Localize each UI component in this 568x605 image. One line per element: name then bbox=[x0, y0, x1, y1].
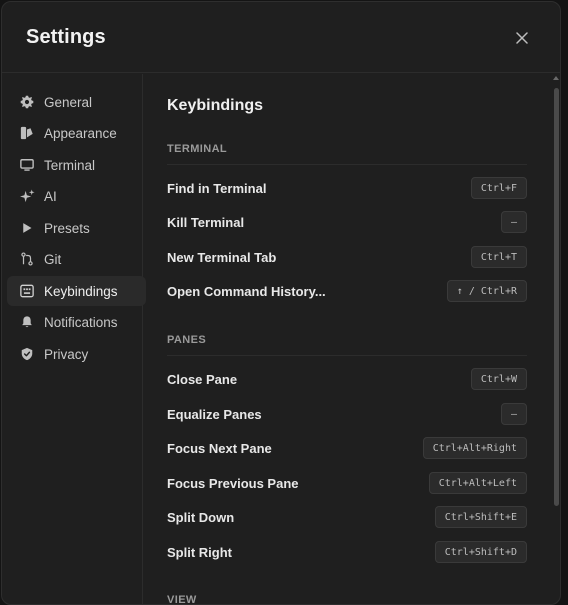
shortcut-button[interactable]: Ctrl+W bbox=[470, 368, 527, 390]
sidebar-item-keybindings[interactable]: Keybindings bbox=[7, 276, 146, 306]
play-icon bbox=[19, 220, 35, 236]
group-header-terminal: TERMINAL bbox=[167, 143, 527, 165]
sidebar-item-appearance[interactable]: Appearance bbox=[7, 118, 146, 148]
keybinding-label: Focus Previous Pane bbox=[167, 475, 299, 491]
scrollbar-thumb[interactable] bbox=[554, 88, 559, 506]
shield-icon bbox=[19, 346, 35, 362]
sidebar-item-label: Terminal bbox=[44, 157, 96, 173]
sidebar-item-ai[interactable]: AI bbox=[7, 181, 146, 211]
git-branch-icon bbox=[19, 251, 35, 267]
shortcut-button[interactable]: Ctrl+Alt+Left bbox=[428, 472, 527, 494]
keybinding-label: Focus Next Pane bbox=[167, 440, 272, 456]
palette-icon bbox=[19, 125, 35, 141]
page-title: Keybindings bbox=[167, 97, 264, 114]
keybinding-label: Kill Terminal bbox=[167, 214, 245, 230]
sidebar-item-label: Appearance bbox=[44, 125, 117, 141]
keybinding-label: Equalize Panes bbox=[167, 406, 262, 422]
gear-icon bbox=[19, 94, 35, 110]
sidebar-item-notifications[interactable]: Notifications bbox=[7, 307, 146, 337]
sidebar-item-general[interactable]: General bbox=[7, 87, 146, 117]
sidebar-item-label: Keybindings bbox=[44, 283, 118, 299]
shortcut-button[interactable]: Ctrl+Shift+E bbox=[434, 506, 527, 528]
shortcut-button[interactable]: ↑ / Ctrl+R bbox=[446, 280, 527, 302]
sidebar-item-label: AI bbox=[44, 188, 57, 204]
shortcut-button[interactable]: Ctrl+F bbox=[470, 177, 527, 199]
keybinding-row[interactable]: Split Down Ctrl+Shift+E bbox=[167, 505, 527, 529]
keybinding-row[interactable]: Kill Terminal — bbox=[167, 210, 527, 234]
sidebar-item-privacy[interactable]: Privacy bbox=[7, 339, 146, 369]
sidebar-item-terminal[interactable]: Terminal bbox=[7, 150, 146, 180]
keyboard-icon bbox=[19, 283, 35, 299]
keybinding-row[interactable]: New Terminal Tab Ctrl+T bbox=[167, 245, 527, 269]
keybinding-label: Split Down bbox=[167, 509, 235, 525]
keybinding-row[interactable]: Focus Next Pane Ctrl+Alt+Right bbox=[167, 436, 527, 460]
shortcut-button[interactable]: Ctrl+T bbox=[470, 246, 527, 268]
keybinding-label: Close Pane bbox=[167, 371, 238, 387]
sidebar-item-label: Notifications bbox=[44, 314, 118, 330]
group-header-view: VIEW bbox=[167, 594, 197, 605]
sidebar-item-label: General bbox=[44, 94, 93, 110]
sidebar-item-presets[interactable]: Presets bbox=[7, 213, 146, 243]
keybinding-label: Find in Terminal bbox=[167, 180, 267, 196]
keybinding-row[interactable]: Find in Terminal Ctrl+F bbox=[167, 176, 527, 200]
monitor-icon bbox=[19, 157, 35, 173]
sparkles-icon bbox=[19, 188, 35, 204]
dialog-title: Settings bbox=[26, 26, 106, 48]
group-header-panes: PANES bbox=[167, 334, 527, 356]
keybinding-row[interactable]: Close Pane Ctrl+W bbox=[167, 367, 527, 391]
keybinding-label: Split Right bbox=[167, 544, 232, 560]
sidebar-item-label: Git bbox=[44, 251, 62, 267]
scrollbar[interactable] bbox=[552, 76, 560, 603]
close-icon bbox=[516, 32, 528, 44]
scroll-up-arrow-icon[interactable] bbox=[553, 76, 559, 80]
keybinding-row[interactable]: Focus Previous Pane Ctrl+Alt+Left bbox=[167, 471, 527, 495]
sidebar-item-label: Privacy bbox=[44, 346, 89, 362]
settings-sidebar: General Appearance Terminal AI Presets G… bbox=[2, 74, 146, 604]
keybindings-panel: Keybindings TERMINAL Find in Terminal Ct… bbox=[144, 74, 560, 604]
bell-icon bbox=[19, 314, 35, 330]
dialog-header: Settings bbox=[2, 2, 560, 73]
sidebar-item-git[interactable]: Git bbox=[7, 244, 146, 274]
sidebar-item-label: Presets bbox=[44, 220, 90, 236]
settings-dialog: Settings General Appearance Terminal AI … bbox=[1, 1, 561, 605]
keybinding-label: Open Command History... bbox=[167, 283, 326, 299]
keybinding-row[interactable]: Equalize Panes — bbox=[167, 402, 527, 426]
keybinding-row[interactable]: Split Right Ctrl+Shift+D bbox=[167, 540, 527, 564]
shortcut-button[interactable]: Ctrl+Shift+D bbox=[434, 541, 527, 563]
keybinding-row[interactable]: Open Command History... ↑ / Ctrl+R bbox=[167, 279, 527, 303]
shortcut-button[interactable]: — bbox=[500, 403, 527, 425]
keybinding-label: New Terminal Tab bbox=[167, 249, 277, 265]
close-button[interactable] bbox=[510, 26, 534, 50]
shortcut-button[interactable]: Ctrl+Alt+Right bbox=[422, 437, 527, 459]
shortcut-button[interactable]: — bbox=[500, 211, 527, 233]
